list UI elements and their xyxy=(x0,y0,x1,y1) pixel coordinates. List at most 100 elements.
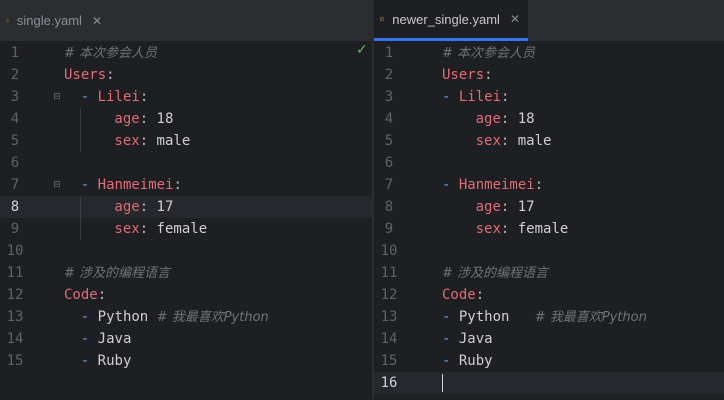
yaml-colon: : xyxy=(534,177,544,193)
yaml-value: 17 xyxy=(517,199,535,215)
right-editor-pane[interactable]: newer_single.yaml ✕ 1 2 3 4 5 6 7 8 9 10 11 12 13 14 1… xyxy=(374,0,724,400)
tab-newer-single-yaml[interactable]: newer_single.yaml ✕ xyxy=(374,0,528,41)
left-editor-pane[interactable]: single.yaml ✕ 1 2 3 4 5 6 7 8 9 10 11 12 13 14 15 # 本次参… xyxy=(0,0,372,400)
line-number: 5 xyxy=(384,133,394,149)
yaml-key: age xyxy=(475,199,501,215)
code-line[interactable]: sex: female xyxy=(476,218,569,240)
code-line[interactable]: sex: male xyxy=(114,130,190,152)
list-dash: - xyxy=(80,177,98,193)
code-line[interactable]: - Java xyxy=(442,328,493,350)
fold-icon[interactable]: ⊟ xyxy=(52,92,62,102)
code-line[interactable]: # 本次参会人员 xyxy=(442,42,535,64)
yaml-comment: # 我最喜欢Python xyxy=(156,310,269,325)
code-line[interactable]: - Hanmeimei: xyxy=(442,174,543,196)
yaml-colon: : xyxy=(97,287,107,303)
code-line[interactable]: # 本次参会人员 xyxy=(64,42,157,64)
yaml-comment: # 本次参会人员 xyxy=(442,46,536,61)
yaml-value: 18 xyxy=(517,111,535,127)
close-icon[interactable]: ✕ xyxy=(92,14,102,28)
code-line[interactable]: Code: xyxy=(64,284,106,306)
line-number: 5 xyxy=(10,133,20,149)
code-line[interactable]: - Hanmeimei: xyxy=(81,174,182,196)
yaml-colon: : xyxy=(484,67,493,83)
code-line[interactable]: # 涉及的编程语言 xyxy=(442,262,548,284)
line-number: 14 xyxy=(6,331,24,347)
line-number: 6 xyxy=(384,155,394,171)
list-dash: - xyxy=(80,309,98,325)
code-line[interactable]: - Python # 我最喜欢Python xyxy=(81,306,269,328)
line-number: 1 xyxy=(10,45,20,61)
line-number: 10 xyxy=(380,243,398,259)
tab-label: single.yaml xyxy=(16,13,82,28)
yaml-comment: # 涉及的编程语言 xyxy=(442,266,549,281)
code-line[interactable]: - Java xyxy=(81,328,132,350)
line-number: 15 xyxy=(6,353,24,369)
yaml-colon: : xyxy=(501,89,510,105)
text-cursor xyxy=(442,374,443,392)
yaml-key: age xyxy=(114,199,140,215)
line-number: 2 xyxy=(10,67,20,83)
line-number: 7 xyxy=(10,177,20,193)
yaml-value: Ruby xyxy=(97,353,132,369)
yaml-colon: : xyxy=(500,133,518,149)
line-number: 2 xyxy=(384,67,394,83)
yaml-value: female xyxy=(156,221,208,237)
list-dash: - xyxy=(442,353,459,369)
line-number: 11 xyxy=(380,265,398,281)
close-icon[interactable]: ✕ xyxy=(510,12,520,26)
code-line[interactable]: - Ruby xyxy=(442,350,493,372)
yaml-value: Java xyxy=(458,331,493,347)
line-number: 10 xyxy=(6,243,24,259)
yaml-colon: : xyxy=(139,111,157,127)
line-number: 12 xyxy=(380,287,398,303)
list-dash: - xyxy=(80,353,98,369)
code-line[interactable]: sex: male xyxy=(476,130,552,152)
yaml-key: Users xyxy=(442,67,485,83)
yaml-colon: : xyxy=(139,199,157,215)
yaml-colon: : xyxy=(475,287,485,303)
line-number: 8 xyxy=(10,199,20,215)
code-line[interactable]: - Lilei: xyxy=(442,86,509,108)
code-line[interactable]: age: 18 xyxy=(114,108,173,130)
fold-icon[interactable]: ⊟ xyxy=(52,180,62,190)
line-number: 11 xyxy=(6,265,24,281)
code-line[interactable]: # 涉及的编程语言 xyxy=(64,262,170,284)
line-number: 7 xyxy=(384,177,394,193)
indent-guide xyxy=(80,108,81,152)
yaml-comment: # 本次参会人员 xyxy=(64,46,158,61)
yaml-value: Python xyxy=(97,309,157,325)
yaml-key: sex xyxy=(475,133,501,149)
tab-single-yaml[interactable]: single.yaml ✕ xyxy=(0,0,110,41)
current-line-highlight xyxy=(0,196,372,218)
tab-label: newer_single.yaml xyxy=(392,11,500,27)
yaml-key: Hanmeimei xyxy=(458,177,535,193)
yaml-colon: : xyxy=(139,89,149,105)
code-line[interactable]: - Python # 我最喜欢Python xyxy=(442,306,647,328)
yaml-key: Lilei xyxy=(458,89,502,105)
line-number: 13 xyxy=(6,309,24,325)
yaml-key: Code xyxy=(64,287,98,303)
indent-guide xyxy=(80,196,81,240)
yaml-key: Code xyxy=(442,287,476,303)
code-line[interactable]: Users: xyxy=(442,64,493,86)
code-line[interactable]: age: 17 xyxy=(114,196,173,218)
yaml-key: Users xyxy=(64,67,107,83)
code-line[interactable]: age: 17 xyxy=(476,196,535,218)
yaml-value: female xyxy=(517,221,569,237)
line-number: 9 xyxy=(10,221,20,237)
line-number: 4 xyxy=(10,111,20,127)
line-number: 4 xyxy=(384,111,394,127)
yaml-key: age xyxy=(114,111,140,127)
yaml-key: sex xyxy=(114,133,140,149)
line-number: 13 xyxy=(380,309,398,325)
line-number: 3 xyxy=(10,89,20,105)
code-line[interactable]: Code: xyxy=(442,284,484,306)
code-line[interactable]: - Ruby xyxy=(81,350,132,372)
code-line[interactable]: - Lilei: xyxy=(81,86,148,108)
code-line[interactable]: Users: xyxy=(64,64,115,86)
list-dash: - xyxy=(442,309,459,325)
yaml-colon: : xyxy=(173,177,182,193)
code-line[interactable]: sex: female xyxy=(114,218,207,240)
yaml-key: age xyxy=(475,111,501,127)
code-line[interactable]: age: 18 xyxy=(476,108,535,130)
